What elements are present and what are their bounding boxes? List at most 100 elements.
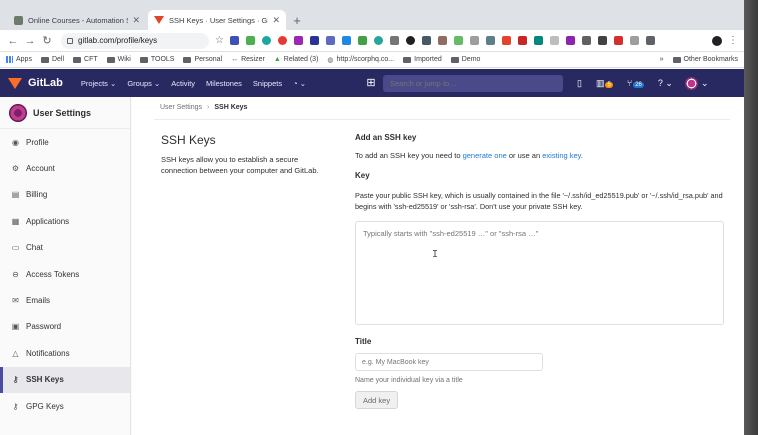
extension-icon[interactable] — [645, 36, 655, 45]
sidebar-item-profile[interactable]: ◉ Profile — [0, 129, 130, 155]
browser-tab-ssh-keys[interactable]: SSH Keys · User Settings · Git ✕ — [148, 10, 286, 30]
bookmark-related[interactable]: ▲ Related (3) — [274, 56, 319, 63]
close-icon[interactable]: ✕ — [272, 15, 280, 26]
extension-icon[interactable] — [357, 36, 367, 45]
screen: Online Courses - Automation S ✕ SSH Keys… — [0, 0, 758, 435]
extension-icon[interactable] — [373, 36, 383, 45]
add-key-button[interactable]: Add key — [355, 391, 399, 409]
extension-icon[interactable] — [597, 36, 607, 45]
extension-icon[interactable] — [421, 36, 431, 45]
extension-icon[interactable] — [485, 36, 495, 45]
gitlab-logo-icon[interactable] — [8, 77, 22, 89]
sidebar-item-gpg-keys[interactable]: ⚷ GPG Keys — [0, 393, 130, 419]
sidebar-item-password[interactable]: ▣ Password — [0, 314, 130, 340]
bookmarks-overflow-button[interactable]: » — [660, 56, 664, 63]
sidebar-toggle-icon[interactable]: ▯ — [577, 78, 582, 89]
sidebar-item-billing[interactable]: ▤ Billing — [0, 182, 130, 208]
extension-icon[interactable] — [629, 36, 639, 45]
breadcrumb-parent[interactable]: User Settings — [160, 104, 202, 111]
forward-icon[interactable]: → — [23, 35, 37, 47]
extension-icon[interactable] — [581, 36, 591, 45]
extension-icon[interactable] — [293, 36, 303, 45]
new-plus-icon[interactable]: ⊞ — [365, 77, 377, 89]
bookmark-resizer[interactable]: ↔ Resizer — [231, 56, 265, 63]
tab-title: SSH Keys · User Settings · Git — [169, 15, 269, 25]
bookmark-personal[interactable]: Personal — [183, 56, 222, 63]
extension-icon[interactable] — [549, 36, 559, 45]
speedometer-icon[interactable]: ◔ ⌄ — [293, 79, 306, 88]
extension-icon[interactable] — [533, 36, 543, 45]
profile-avatar[interactable] — [712, 35, 722, 46]
extension-icon[interactable] — [613, 36, 623, 45]
extension-icon[interactable] — [453, 36, 463, 45]
bookmark-tools[interactable]: TOOLS — [139, 56, 174, 63]
extension-icon[interactable] — [389, 36, 399, 45]
close-icon[interactable]: ✕ — [132, 15, 140, 26]
extension-icon[interactable] — [565, 36, 575, 45]
sidebar-item-emails[interactable]: ✉ Emails — [0, 287, 130, 313]
nav-projects[interactable]: Projects ⌄ — [81, 79, 116, 88]
folder-icon — [106, 56, 115, 63]
bookmark-other[interactable]: Other Bookmarks — [672, 56, 738, 63]
generate-one-link[interactable]: generate one — [463, 151, 507, 160]
sidebar-item-applications[interactable]: ▦ Applications — [0, 208, 130, 234]
back-icon[interactable]: ← — [6, 35, 20, 47]
title-label: Title — [355, 337, 372, 346]
issues-icon[interactable]: ▥ 5 — [596, 78, 613, 89]
folder-icon — [73, 56, 82, 63]
existing-key-link[interactable]: existing key — [542, 151, 581, 160]
help-icon[interactable]: ? ⌄ — [658, 78, 673, 89]
extension-icon[interactable] — [341, 36, 351, 45]
reload-icon[interactable]: ↻ — [40, 34, 54, 47]
sidebar-item-chat[interactable]: ▭ Chat — [0, 235, 130, 261]
bookmark-imported[interactable]: Imported — [403, 56, 442, 63]
sidebar-title: User Settings — [33, 107, 92, 118]
merge-requests-icon[interactable]: ⑂ 26 — [627, 78, 644, 88]
extension-icon[interactable] — [437, 36, 447, 45]
nav-snippets[interactable]: Snippets — [253, 79, 282, 88]
nav-milestones[interactable]: Milestones — [206, 79, 242, 88]
extension-icon[interactable] — [501, 36, 511, 45]
bookmark-dell[interactable]: Dell — [40, 56, 64, 63]
extension-icon[interactable] — [325, 36, 335, 45]
search-input[interactable] — [383, 74, 563, 92]
window-frame-edge — [744, 0, 758, 435]
sidebar-item-account[interactable]: ⚙ Account — [0, 155, 130, 181]
chevron-down-icon[interactable]: ⌄ — [701, 78, 709, 89]
new-tab-button[interactable]: + — [288, 10, 306, 30]
user-avatar[interactable] — [684, 76, 698, 90]
title-field[interactable] — [355, 353, 543, 371]
bookmark-star-icon[interactable]: ☆ — [215, 35, 224, 46]
bookmark-apps[interactable]: Apps — [6, 56, 32, 63]
key-textarea[interactable] — [355, 221, 724, 325]
nav-activity[interactable]: Activity — [171, 79, 195, 88]
folder-icon — [450, 56, 459, 63]
sidebar-item-notifications[interactable]: △ Notifications — [0, 340, 130, 366]
sidebar-item-access-tokens[interactable]: ⊖ Access Tokens — [0, 261, 130, 287]
extension-icon[interactable] — [261, 36, 271, 45]
extension-icon[interactable] — [245, 36, 255, 45]
extension-icon[interactable] — [469, 36, 479, 45]
extension-icon[interactable] — [405, 36, 415, 45]
lock-icon — [67, 37, 73, 44]
extension-icon[interactable] — [277, 36, 287, 45]
more-menu-icon[interactable]: ⋮ — [728, 35, 738, 46]
extension-icon[interactable] — [229, 36, 239, 45]
bookmark-wiki[interactable]: Wiki — [106, 56, 131, 63]
page-title: SSH Keys — [161, 133, 216, 147]
sidebar-header[interactable]: User Settings — [0, 97, 130, 129]
extension-icon[interactable] — [309, 36, 319, 45]
bookmark-cft[interactable]: CFT — [73, 56, 98, 63]
gitlab-favicon-icon — [154, 16, 164, 24]
browser-tab-online-courses[interactable]: Online Courses - Automation S ✕ — [8, 10, 146, 30]
nav-groups[interactable]: Groups ⌄ — [127, 79, 160, 88]
bookmark-scorphq[interactable]: ◍ http://scorphq.co... — [327, 56, 394, 64]
folder-icon — [139, 56, 148, 63]
sidebar-item-ssh-keys[interactable]: ⚷ SSH Keys — [0, 366, 130, 393]
url-field[interactable]: gitlab.com/profile/keys — [61, 32, 209, 49]
bookmark-demo[interactable]: Demo — [450, 56, 480, 63]
address-bar: ← → ↻ gitlab.com/profile/keys ☆ ⋮ — [0, 30, 744, 52]
gitlab-brand[interactable]: GitLab — [28, 77, 63, 89]
breadcrumb-current[interactable]: SSH Keys — [214, 104, 247, 111]
extension-icon[interactable] — [517, 36, 527, 45]
